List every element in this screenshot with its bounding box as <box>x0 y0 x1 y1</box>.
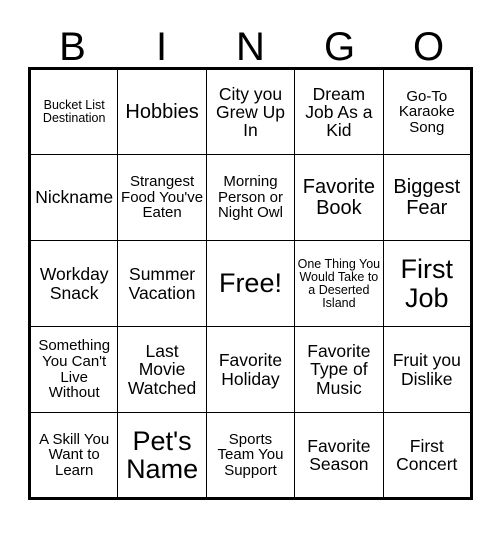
bingo-cell[interactable]: Bucket List Destination <box>28 68 119 155</box>
bingo-cell-label: City you Grew Up In <box>215 83 285 141</box>
bingo-cell-label: A Skill You Want to Learn <box>39 430 110 479</box>
header-letter-g: G <box>323 25 356 69</box>
bingo-cell-label: Hobbies <box>125 100 199 123</box>
bingo-cell[interactable]: Sports Team You Support <box>205 412 296 499</box>
bingo-cell-label: One Thing You Would Take to a Deserted I… <box>297 256 381 310</box>
bingo-cell[interactable]: First Job <box>382 240 473 327</box>
bingo-header: B I N G O <box>28 18 473 67</box>
bingo-cell-label: Summer Vacation <box>128 264 196 303</box>
bingo-cell[interactable]: Favorite Book <box>294 154 384 241</box>
bingo-cell[interactable]: Dream Job As a Kid <box>294 68 384 155</box>
bingo-cell[interactable]: Something You Can't Live Without <box>28 326 119 413</box>
bingo-cell-label: Favorite Type of Music <box>307 341 371 398</box>
bingo-cell-label: Favorite Season <box>307 435 371 474</box>
bingo-cell[interactable]: Go-To Karaoke Song <box>382 68 473 155</box>
header-letter-b: B <box>59 25 86 69</box>
bingo-row: A Skill You Want to Learn Pet's Name Spo… <box>28 412 473 499</box>
bingo-cell[interactable]: City you Grew Up In <box>205 68 296 155</box>
bingo-cell[interactable]: Favorite Holiday <box>205 326 296 413</box>
bingo-cell-label: Something You Can't Live Without <box>38 337 111 402</box>
bingo-row: Something You Can't Live Without Last Mo… <box>28 326 473 413</box>
bingo-cell-label: Nickname <box>35 187 114 208</box>
bingo-cell-label: Bucket List Destination <box>42 98 106 125</box>
bingo-grid: Bucket List Destination Hobbies City you… <box>28 67 473 500</box>
bingo-cell[interactable]: Favorite Season <box>294 412 384 499</box>
bingo-cell-label: Workday Snack <box>39 264 109 303</box>
bingo-cell-label: First Concert <box>396 435 458 474</box>
bingo-cell[interactable]: Hobbies <box>117 68 207 155</box>
bingo-cell[interactable]: Summer Vacation <box>117 240 207 327</box>
bingo-cell-label: Biggest Fear <box>393 175 461 219</box>
header-letter-n: N <box>236 25 265 69</box>
bingo-cell-label: Go-To Karaoke Song <box>398 87 455 136</box>
bingo-cell-free[interactable]: Free! <box>205 240 296 327</box>
bingo-cell[interactable]: First Concert <box>382 412 473 499</box>
bingo-cell[interactable]: Biggest Fear <box>382 154 473 241</box>
bingo-cell[interactable]: Morning Person or Night Owl <box>205 154 296 241</box>
bingo-cell-label: Sports Team You Support <box>217 430 284 479</box>
bingo-row: Nickname Strangest Food You've Eaten Mor… <box>28 154 473 241</box>
bingo-cell-label: Pet's Name <box>126 425 199 484</box>
header-letter-o: O <box>412 25 445 69</box>
bingo-cell-label: Last Movie Watched <box>127 341 197 398</box>
bingo-cell-label: Dream Job As a Kid <box>305 83 373 141</box>
bingo-cell[interactable]: Last Movie Watched <box>117 326 207 413</box>
bingo-row: Bucket List Destination Hobbies City you… <box>28 68 473 155</box>
bingo-cell[interactable]: Pet's Name <box>117 412 207 499</box>
bingo-cell[interactable]: Nickname <box>28 154 119 241</box>
bingo-card: B I N G O Bucket List Destination Hobbie… <box>28 18 473 500</box>
bingo-cell[interactable]: Favorite Type of Music <box>294 326 384 413</box>
bingo-cell-label: Favorite Book <box>302 175 375 219</box>
bingo-cell[interactable]: One Thing You Would Take to a Deserted I… <box>294 240 384 327</box>
bingo-cell-label: Free! <box>218 268 282 299</box>
bingo-cell[interactable]: Strangest Food You've Eaten <box>117 154 207 241</box>
bingo-cell-label: First Job <box>400 254 454 313</box>
header-letter-i: I <box>155 25 168 69</box>
bingo-cell-label: Morning Person or Night Owl <box>217 173 283 222</box>
bingo-cell-label: Favorite Holiday <box>218 350 283 389</box>
bingo-cell[interactable]: Fruit you Dislike <box>382 326 473 413</box>
bingo-cell[interactable]: Workday Snack <box>28 240 119 327</box>
bingo-row: Workday Snack Summer Vacation Free! One … <box>28 240 473 327</box>
bingo-cell-label: Strangest Food You've Eaten <box>121 173 204 222</box>
bingo-cell[interactable]: A Skill You Want to Learn <box>28 412 119 499</box>
bingo-cell-label: Fruit you Dislike <box>392 350 461 389</box>
